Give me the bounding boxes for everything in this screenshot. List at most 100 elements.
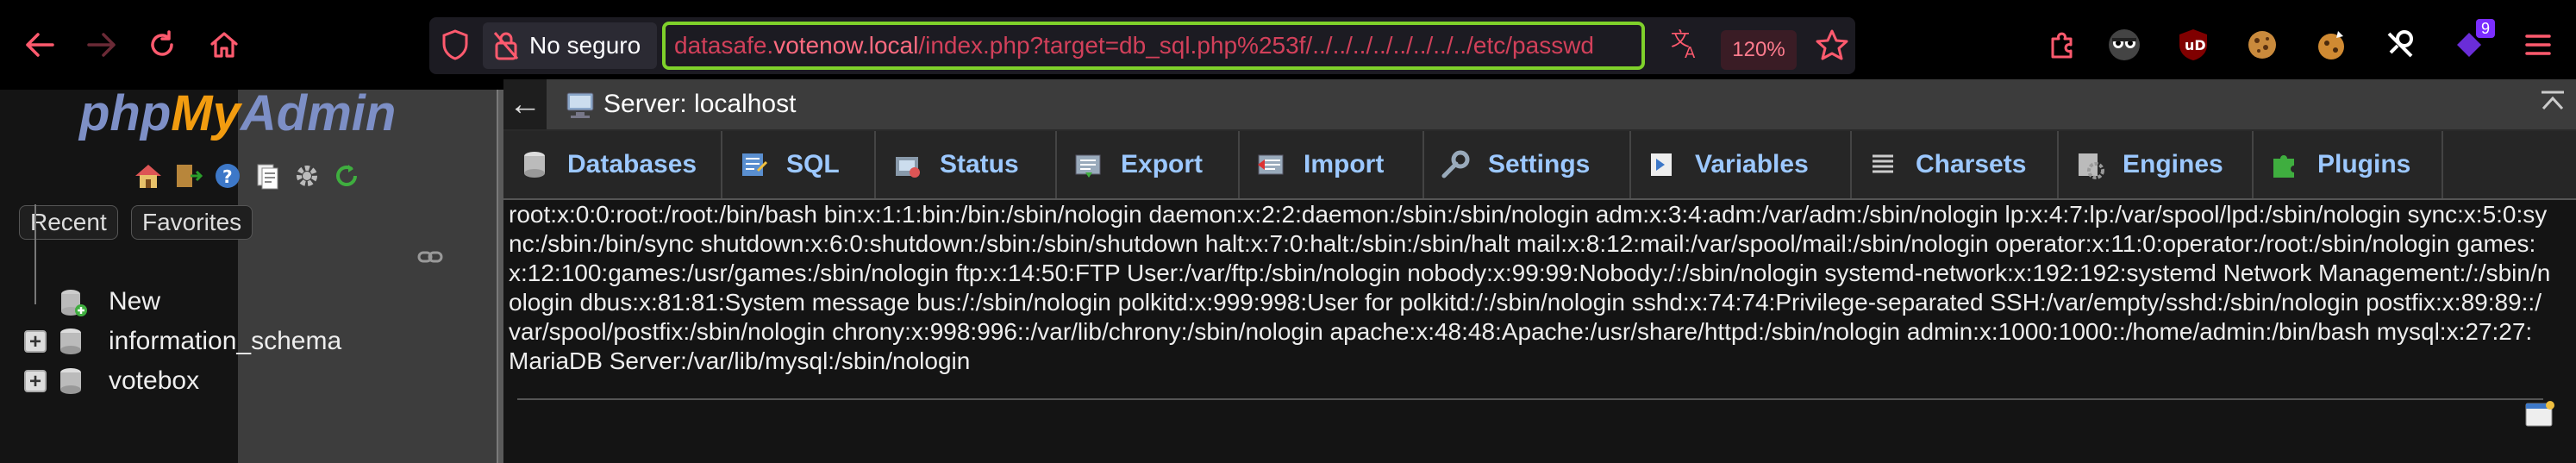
logo-my: My	[171, 85, 241, 141]
main-content: root:x:0:0:root:/root:/bin/bash bin:x:1:…	[503, 200, 2564, 463]
tab-plugins[interactable]: Plugins	[2254, 131, 2443, 198]
tab-label: Settings	[1488, 150, 1591, 178]
back-button[interactable]	[14, 19, 66, 71]
tab-label: Databases	[567, 150, 697, 178]
privacy-extension-icon[interactable]	[2105, 26, 2143, 64]
url-field[interactable]: datasafe.votenow.local/index.php?target=…	[662, 22, 2059, 70]
cookie-manager-icon[interactable]	[2312, 26, 2350, 64]
tracking-shield-icon[interactable]	[441, 29, 469, 65]
reload-icon	[151, 30, 173, 56]
tree-item-label: information_schema	[109, 327, 342, 355]
url-input[interactable]: datasafe.votenow.local/index.php?target=…	[662, 22, 1645, 70]
content-divider	[517, 398, 2543, 400]
settings-gear-icon[interactable]	[290, 159, 324, 193]
spy-tool-icon[interactable]	[2381, 26, 2419, 64]
tree-item-new[interactable]: New	[24, 283, 160, 321]
tab-label: Variables	[1695, 150, 1809, 178]
tab-label: Status	[940, 150, 1019, 178]
server-menu-tabs: Databases SQL Status Export Import Setti…	[503, 131, 2576, 200]
tab-label: Export	[1121, 150, 1204, 178]
tab-label: Charsets	[1916, 150, 2027, 178]
new-database-icon	[59, 288, 87, 316]
tab-variables[interactable]: Variables	[1631, 131, 1852, 198]
scroll-to-top-icon[interactable]	[2540, 90, 2566, 119]
wrench-icon	[1438, 147, 1472, 182]
tab-import[interactable]: Import	[1240, 131, 1424, 198]
documentation-icon[interactable]: ?	[210, 159, 245, 193]
plugins-puzzle-icon	[2267, 147, 2302, 182]
tab-sql[interactable]: SQL	[722, 131, 876, 198]
expand-toggle-plus-icon[interactable]: +	[24, 370, 47, 392]
sql-console-icon[interactable]	[2524, 400, 2555, 431]
engines-icon	[2073, 147, 2107, 182]
tab-export[interactable]: Export	[1057, 131, 1240, 198]
url-host-domain: votenow.local	[773, 32, 919, 59]
status-icon	[890, 147, 924, 182]
etc-passwd-output: root:x:0:0:root:/root:/bin/bash bin:x:1:…	[509, 201, 2551, 374]
tree-item-label: New	[109, 287, 161, 316]
tab-engines[interactable]: Engines	[2059, 131, 2254, 198]
tab-label: Engines	[2123, 150, 2223, 178]
insecure-connection-indicator[interactable]: No seguro	[483, 22, 657, 69]
extension-count-badge: 9	[2475, 19, 2495, 38]
forward-arrow-icon	[87, 33, 116, 57]
translate-icon[interactable]: 文A	[1669, 27, 1704, 66]
cookie-editor-icon[interactable]	[2243, 26, 2281, 64]
hamburger-menu-icon	[2525, 34, 2551, 55]
tree-item-information-schema[interactable]: + information_schema	[24, 322, 341, 360]
url-path: /index.php?target=db_sql.php%253f/../../…	[918, 32, 1594, 59]
tab-settings[interactable]: Settings	[1424, 131, 1631, 198]
tab-charsets[interactable]: Charsets	[1852, 131, 2059, 198]
extensions-puzzle-icon[interactable]	[2043, 26, 2081, 64]
pma-navigation-strip	[238, 90, 497, 463]
svg-text:uD: uD	[2185, 37, 2206, 53]
tab-label: Import	[1304, 150, 1385, 178]
svg-text:A: A	[1685, 44, 1696, 61]
back-arrow-icon	[26, 33, 54, 57]
database-icon	[59, 328, 83, 355]
reload-navigation-icon[interactable]	[329, 159, 364, 193]
home-button[interactable]	[198, 19, 250, 71]
zoom-level-badge[interactable]: 120%	[1721, 30, 1797, 70]
server-breadcrumb-bar: ← Server: localhost	[503, 79, 2576, 131]
app-menu-button[interactable]	[2519, 26, 2557, 64]
reload-button[interactable]	[136, 19, 188, 71]
tab-databases[interactable]: Databases	[503, 131, 722, 198]
database-icon	[59, 367, 83, 395]
logo-php: php	[79, 85, 172, 141]
bookmark-star-icon[interactable]	[1816, 28, 1848, 66]
address-bar: No seguro datasafe.votenow.local/index.p…	[429, 17, 1855, 74]
tab-label: SQL	[786, 150, 840, 178]
sql-icon	[736, 147, 771, 182]
databases-icon	[517, 147, 552, 182]
server-label[interactable]: Server: localhost	[603, 79, 796, 129]
mysql-docs-icon[interactable]	[250, 159, 284, 193]
tree-item-votebox[interactable]: + votebox	[24, 362, 199, 400]
logout-icon[interactable]	[171, 159, 205, 193]
insecure-label: No seguro	[529, 32, 641, 59]
pma-nav-toolbar: ?	[131, 159, 381, 197]
home-icon[interactable]	[131, 159, 166, 193]
import-icon	[1254, 147, 1288, 182]
forward-button[interactable]	[76, 19, 128, 71]
collapse-navigation-arrow-icon[interactable]: ←	[503, 79, 547, 129]
favorites-tab[interactable]: Favorites	[131, 205, 253, 240]
svg-text:?: ?	[222, 166, 233, 187]
browser-toolbar: No seguro datasafe.votenow.local/index.p…	[0, 0, 2576, 90]
extension-with-badge-icon[interactable]: 9	[2450, 19, 2495, 64]
phpmyadmin-logo[interactable]: phpMyAdmin	[79, 84, 396, 142]
export-icon	[1071, 147, 1105, 182]
link-with-main-panel-icon[interactable]	[417, 245, 443, 272]
expand-toggle-plus-icon[interactable]: +	[24, 330, 47, 353]
home-icon	[210, 32, 238, 58]
broken-lock-icon	[493, 32, 519, 60]
tree-item-label: votebox	[109, 366, 200, 395]
ublock-origin-icon[interactable]: uD	[2174, 26, 2212, 64]
url-host-prefix: datasafe.	[674, 32, 774, 59]
server-icon	[566, 90, 597, 119]
charsets-icon	[1866, 147, 1900, 182]
tab-label: Plugins	[2317, 150, 2411, 178]
logo-admin: Admin	[240, 85, 397, 141]
tab-status[interactable]: Status	[876, 131, 1057, 198]
variables-icon	[1645, 147, 1679, 182]
